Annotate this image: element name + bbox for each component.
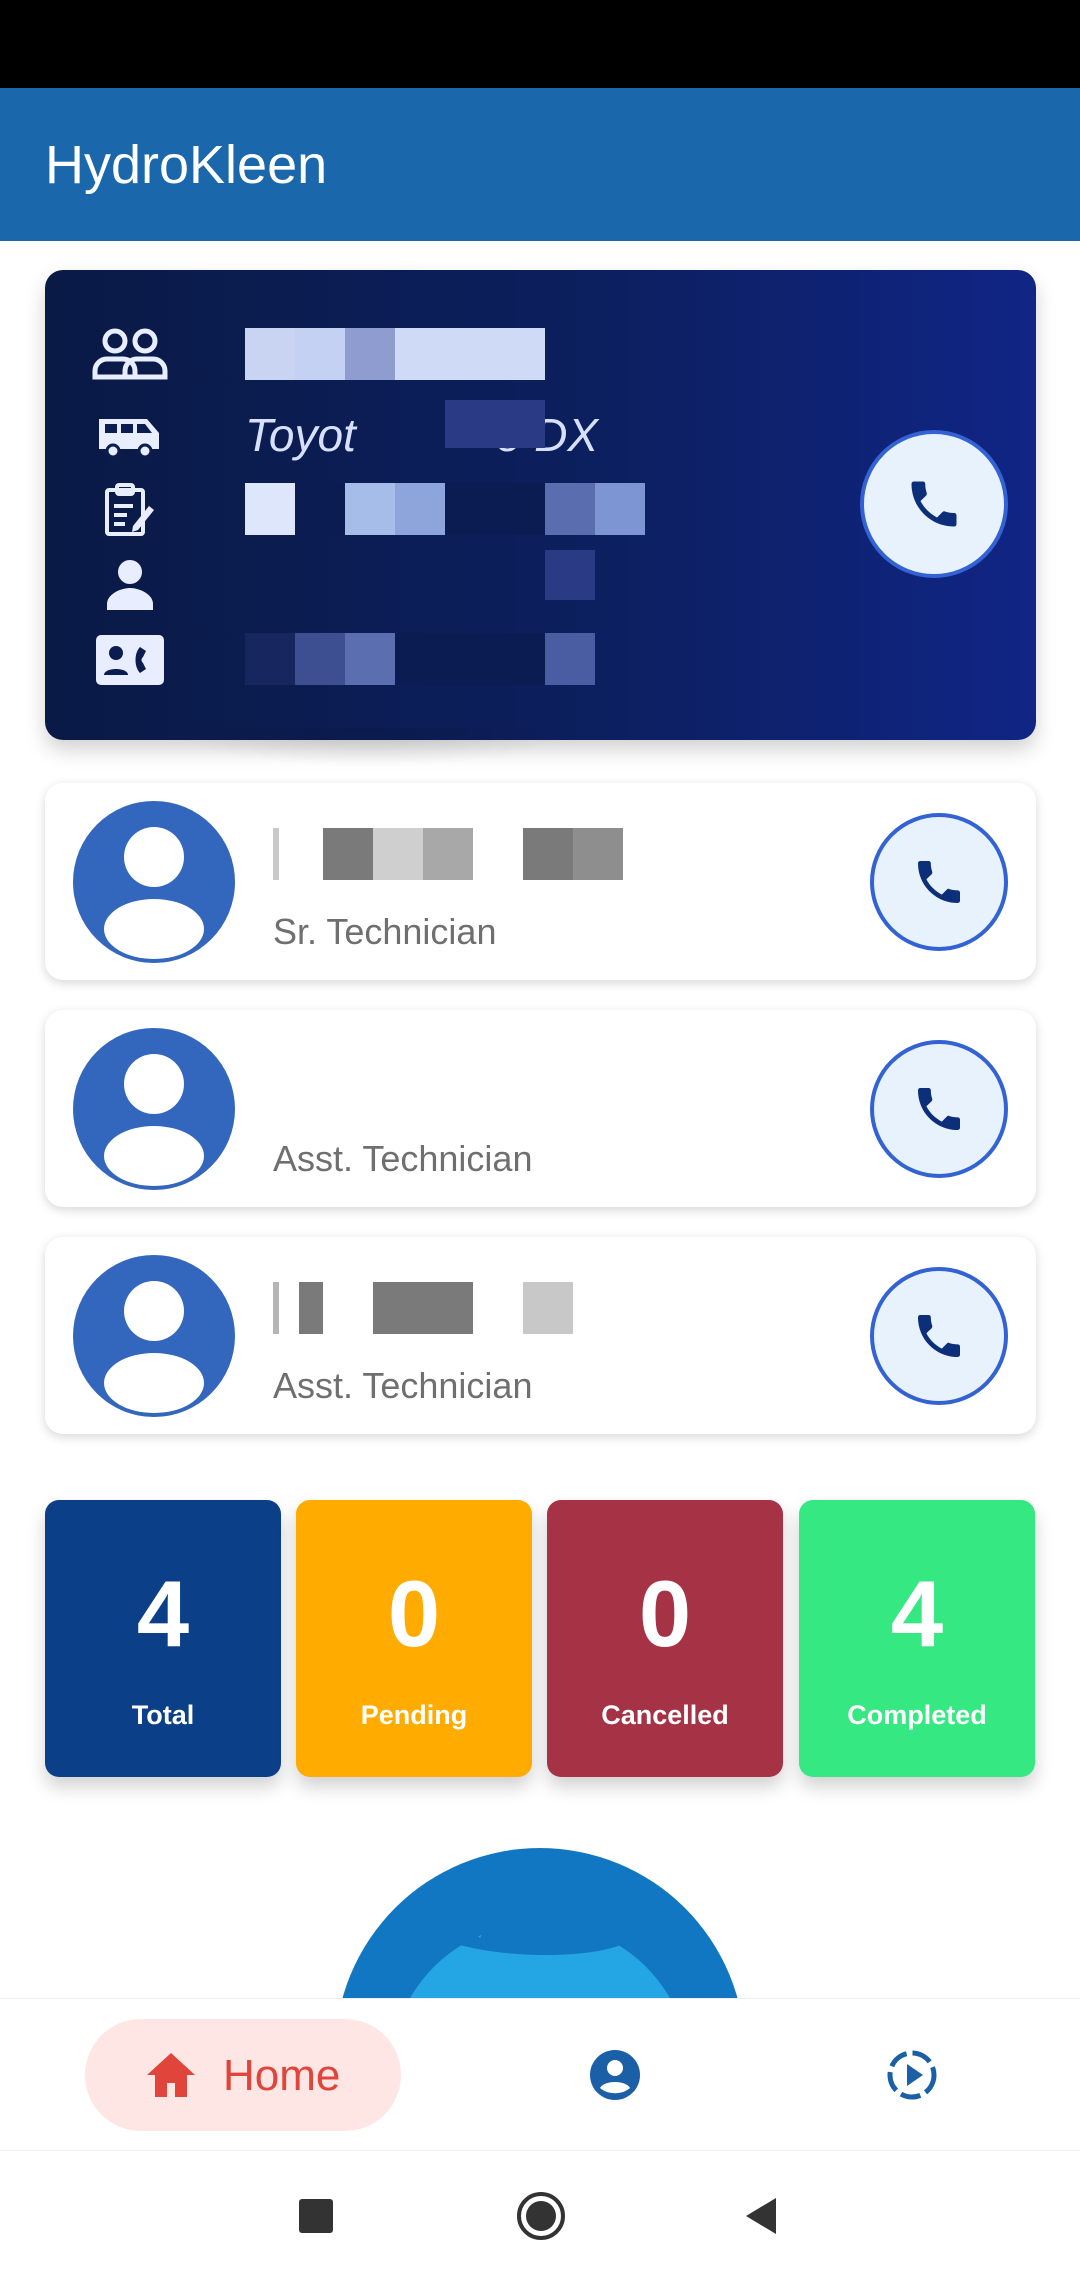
redaction-block (445, 400, 545, 448)
stat-cancelled[interactable]: 0 Cancelled (547, 1500, 783, 1777)
home-system-button[interactable] (506, 2181, 576, 2251)
profile-icon (590, 2050, 640, 2100)
redacted-plate (245, 483, 645, 535)
call-crew-button[interactable] (870, 1040, 1008, 1178)
redacted-crew-name (273, 1282, 573, 1334)
phone-icon (918, 1088, 960, 1130)
home-icon (147, 2053, 195, 2097)
crew-card: Sr. Technician (45, 783, 1036, 980)
nav-home-label: Home (223, 2051, 341, 2100)
vehicle-contact-row (90, 625, 650, 695)
recents-button[interactable] (281, 2181, 351, 2251)
stat-label: Pending (360, 1700, 468, 1730)
call-crew-button[interactable] (870, 813, 1008, 951)
call-vehicle-button[interactable] (860, 430, 1008, 578)
stat-completed[interactable]: 4 Completed (799, 1500, 1035, 1777)
contact-phone-icon (90, 625, 170, 695)
app-bar: HydroKleen (0, 88, 1080, 241)
stat-total[interactable]: 4 Total (45, 1500, 281, 1777)
person-icon (90, 550, 170, 620)
redaction-block (545, 550, 595, 600)
redacted-contact (245, 633, 595, 685)
nav-history-tab[interactable] (880, 2043, 944, 2107)
crew-role: Sr. Technician (273, 911, 497, 952)
square-icon (299, 2199, 333, 2233)
redacted-crew-name (245, 328, 545, 380)
history-icon (887, 2050, 937, 2100)
app-title: HydroKleen (45, 135, 328, 195)
back-button[interactable] (725, 2181, 795, 2251)
avatar-icon (73, 1028, 235, 1190)
status-bar (0, 0, 1080, 88)
stat-label: Completed (847, 1700, 987, 1730)
vehicle-model-row: Toyot e DX (90, 400, 650, 470)
crew-card: Asst. Technician (45, 1237, 1036, 1434)
phone-icon (918, 861, 960, 903)
circle-icon (517, 2192, 565, 2240)
crew-role: Asst. Technician (273, 1365, 533, 1406)
call-crew-button[interactable] (870, 1267, 1008, 1405)
stat-value: 0 (638, 1561, 692, 1666)
vehicle-crew-row (90, 320, 650, 390)
stat-pending[interactable]: 0 Pending (296, 1500, 532, 1777)
van-icon (90, 400, 170, 470)
clipboard-edit-icon (90, 475, 170, 545)
phone-icon (918, 1315, 960, 1357)
stat-value: 4 (136, 1561, 190, 1666)
stat-label: Total (131, 1700, 195, 1730)
stat-value: 0 (387, 1561, 441, 1666)
stat-value: 4 (890, 1561, 944, 1666)
avatar-icon (73, 801, 235, 963)
avatar-icon (73, 1255, 235, 1417)
card-shadow (170, 728, 570, 768)
nav-home-tab[interactable]: Home (85, 2019, 401, 2131)
group-icon (90, 320, 170, 390)
bottom-navigation: Home (0, 1998, 1080, 2150)
vehicle-plate-row (90, 475, 650, 545)
system-navigation-bar (0, 2150, 1080, 2280)
hydrokleen-logo (335, 1848, 745, 1998)
crew-card: Asst. Technician (45, 1010, 1036, 1207)
crew-role: Asst. Technician (273, 1138, 533, 1179)
nav-profile-tab[interactable] (583, 2043, 647, 2107)
redacted-crew-name (273, 828, 623, 880)
vehicle-card: Toyot e DX (45, 270, 1036, 740)
stat-label: Cancelled (601, 1700, 729, 1730)
vehicle-model-prefix: Toyot (245, 409, 356, 461)
vehicle-driver-row (90, 550, 650, 620)
back-triangle-icon (746, 2198, 776, 2234)
phone-icon (911, 481, 957, 527)
